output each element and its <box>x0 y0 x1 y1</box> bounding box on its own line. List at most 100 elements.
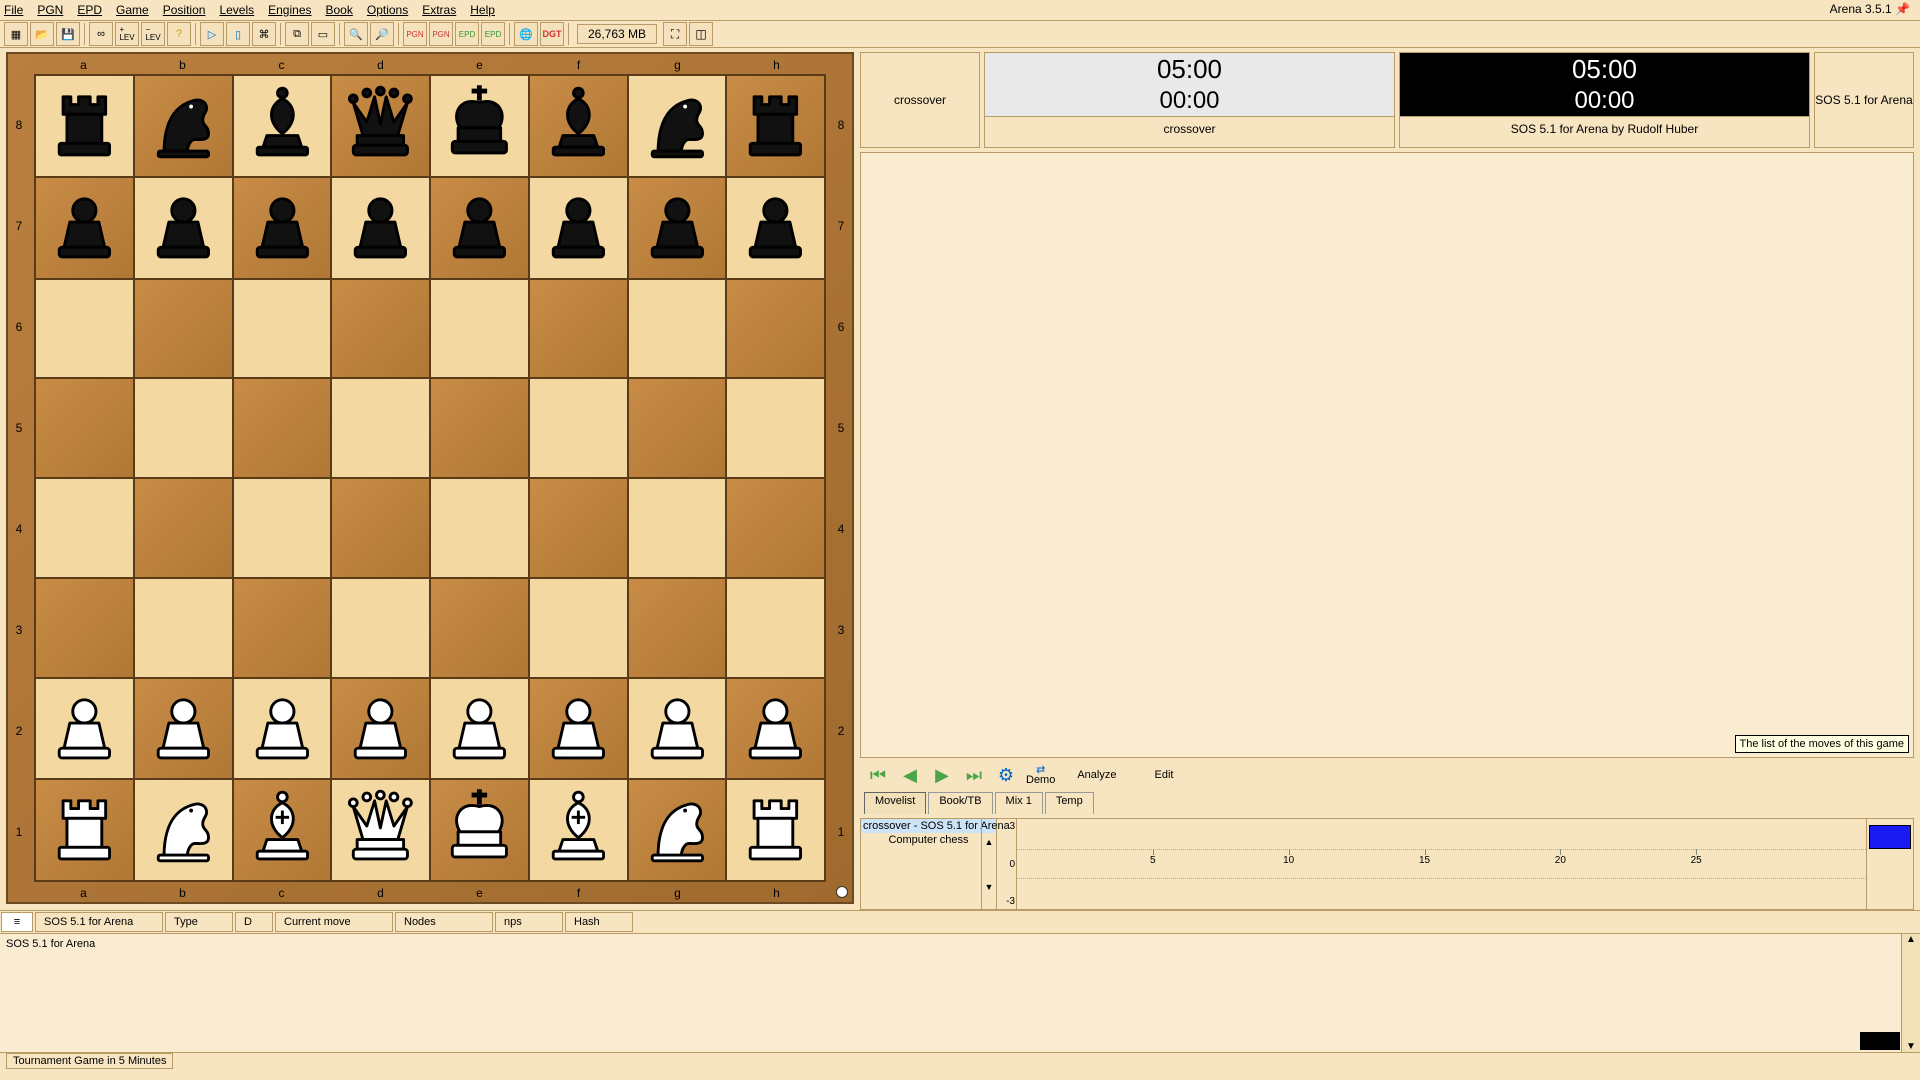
nav-gear-icon[interactable]: ⚙ <box>994 765 1018 785</box>
square-f6[interactable] <box>529 279 628 379</box>
square-f7[interactable] <box>529 177 628 279</box>
square-g8[interactable] <box>628 75 727 177</box>
fullscreen-icon[interactable]: ⛶ <box>663 22 687 46</box>
square-d4[interactable] <box>331 478 430 578</box>
bp-piece-icon[interactable] <box>135 178 232 278</box>
bp-piece-icon[interactable] <box>629 178 726 278</box>
square-b5[interactable] <box>134 378 233 478</box>
menu-epd[interactable]: EPD <box>77 3 102 17</box>
square-g6[interactable] <box>628 279 727 379</box>
pgn-out-icon[interactable]: PGN <box>429 22 453 46</box>
wp-piece-icon[interactable] <box>234 679 331 779</box>
menu-help[interactable]: Help <box>470 3 495 17</box>
wp-piece-icon[interactable] <box>332 679 429 779</box>
bp-piece-icon[interactable] <box>36 178 133 278</box>
bp-piece-icon[interactable] <box>332 178 429 278</box>
wp-piece-icon[interactable] <box>727 679 824 779</box>
square-d3[interactable] <box>331 578 430 678</box>
square-a8[interactable] <box>35 75 134 177</box>
square-b7[interactable] <box>134 177 233 279</box>
demo-button[interactable]: ⇄Demo <box>1026 765 1055 785</box>
zoom-in-icon[interactable]: 🔍 <box>344 22 368 46</box>
square-c8[interactable] <box>233 75 332 177</box>
square-h8[interactable] <box>726 75 825 177</box>
square-h5[interactable] <box>726 378 825 478</box>
bn-piece-icon[interactable] <box>135 76 232 176</box>
menu-book[interactable]: Book <box>326 3 353 17</box>
square-c2[interactable] <box>233 678 332 780</box>
square-b2[interactable] <box>134 678 233 780</box>
menu-file[interactable]: File <box>4 3 23 17</box>
bn-piece-icon[interactable] <box>629 76 726 176</box>
save-icon[interactable]: 💾 <box>56 22 80 46</box>
square-e2[interactable] <box>430 678 529 780</box>
square-a2[interactable] <box>35 678 134 780</box>
dgt-icon[interactable]: DGT <box>540 22 564 46</box>
square-b6[interactable] <box>134 279 233 379</box>
wp-piece-icon[interactable] <box>530 679 627 779</box>
square-a1[interactable] <box>35 779 134 881</box>
bp-piece-icon[interactable] <box>234 178 331 278</box>
analyze-button[interactable]: Analyze <box>1077 770 1116 780</box>
square-b4[interactable] <box>134 478 233 578</box>
wr-piece-icon[interactable] <box>727 780 824 880</box>
lev-minus-icon[interactable]: −LEV <box>141 22 165 46</box>
square-d2[interactable] <box>331 678 430 780</box>
wn-piece-icon[interactable] <box>135 780 232 880</box>
square-f3[interactable] <box>529 578 628 678</box>
bb-piece-icon[interactable] <box>530 76 627 176</box>
square-h7[interactable] <box>726 177 825 279</box>
wp-piece-icon[interactable] <box>135 679 232 779</box>
nav-next-icon[interactable]: ▶ <box>930 765 954 785</box>
bp-piece-icon[interactable] <box>431 178 528 278</box>
edit-button[interactable]: Edit <box>1154 770 1173 780</box>
square-a7[interactable] <box>35 177 134 279</box>
open-icon[interactable]: 📂 <box>30 22 54 46</box>
square-e7[interactable] <box>430 177 529 279</box>
bp-piece-icon[interactable] <box>727 178 824 278</box>
square-a5[interactable] <box>35 378 134 478</box>
square-b1[interactable] <box>134 779 233 881</box>
square-g3[interactable] <box>628 578 727 678</box>
square-c5[interactable] <box>233 378 332 478</box>
square-d5[interactable] <box>331 378 430 478</box>
square-g4[interactable] <box>628 478 727 578</box>
square-f1[interactable] <box>529 779 628 881</box>
engine-stop-icon[interactable]: ▯ <box>226 22 250 46</box>
square-b3[interactable] <box>134 578 233 678</box>
square-a6[interactable] <box>35 279 134 379</box>
square-e1[interactable] <box>430 779 529 881</box>
square-e8[interactable] <box>430 75 529 177</box>
square-f2[interactable] <box>529 678 628 780</box>
square-c6[interactable] <box>233 279 332 379</box>
square-f5[interactable] <box>529 378 628 478</box>
square-a3[interactable] <box>35 578 134 678</box>
square-g7[interactable] <box>628 177 727 279</box>
engine-output[interactable]: SOS 5.1 for Arena ▲▼ <box>0 933 1920 1052</box>
menu-game[interactable]: Game <box>116 3 149 17</box>
wr-piece-icon[interactable] <box>36 780 133 880</box>
eval-spin[interactable]: ▲▼ <box>981 819 996 909</box>
square-e5[interactable] <box>430 378 529 478</box>
bp-piece-icon[interactable] <box>530 178 627 278</box>
square-h3[interactable] <box>726 578 825 678</box>
pgn-in-icon[interactable]: PGN <box>403 22 427 46</box>
globe-icon[interactable]: 🌐 <box>514 22 538 46</box>
square-h4[interactable] <box>726 478 825 578</box>
list-item[interactable]: crossover - SOS 5.1 for Arena <box>861 819 996 833</box>
panels-icon[interactable]: ◫ <box>689 22 713 46</box>
copy-icon[interactable]: ⧉ <box>285 22 309 46</box>
br-piece-icon[interactable] <box>36 76 133 176</box>
bq-piece-icon[interactable] <box>332 76 429 176</box>
square-d7[interactable] <box>331 177 430 279</box>
square-g5[interactable] <box>628 378 727 478</box>
lev-plus-icon[interactable]: +LEV <box>115 22 139 46</box>
bb-piece-icon[interactable] <box>234 76 331 176</box>
epd-in-icon[interactable]: EPD <box>455 22 479 46</box>
epd-out-icon[interactable]: EPD <box>481 22 505 46</box>
board-setup-icon[interactable]: ⌘ <box>252 22 276 46</box>
square-h6[interactable] <box>726 279 825 379</box>
menu-pgn[interactable]: PGN <box>37 3 63 17</box>
scrollbar[interactable]: ▲▼ <box>1901 934 1920 1052</box>
square-d1[interactable] <box>331 779 430 881</box>
